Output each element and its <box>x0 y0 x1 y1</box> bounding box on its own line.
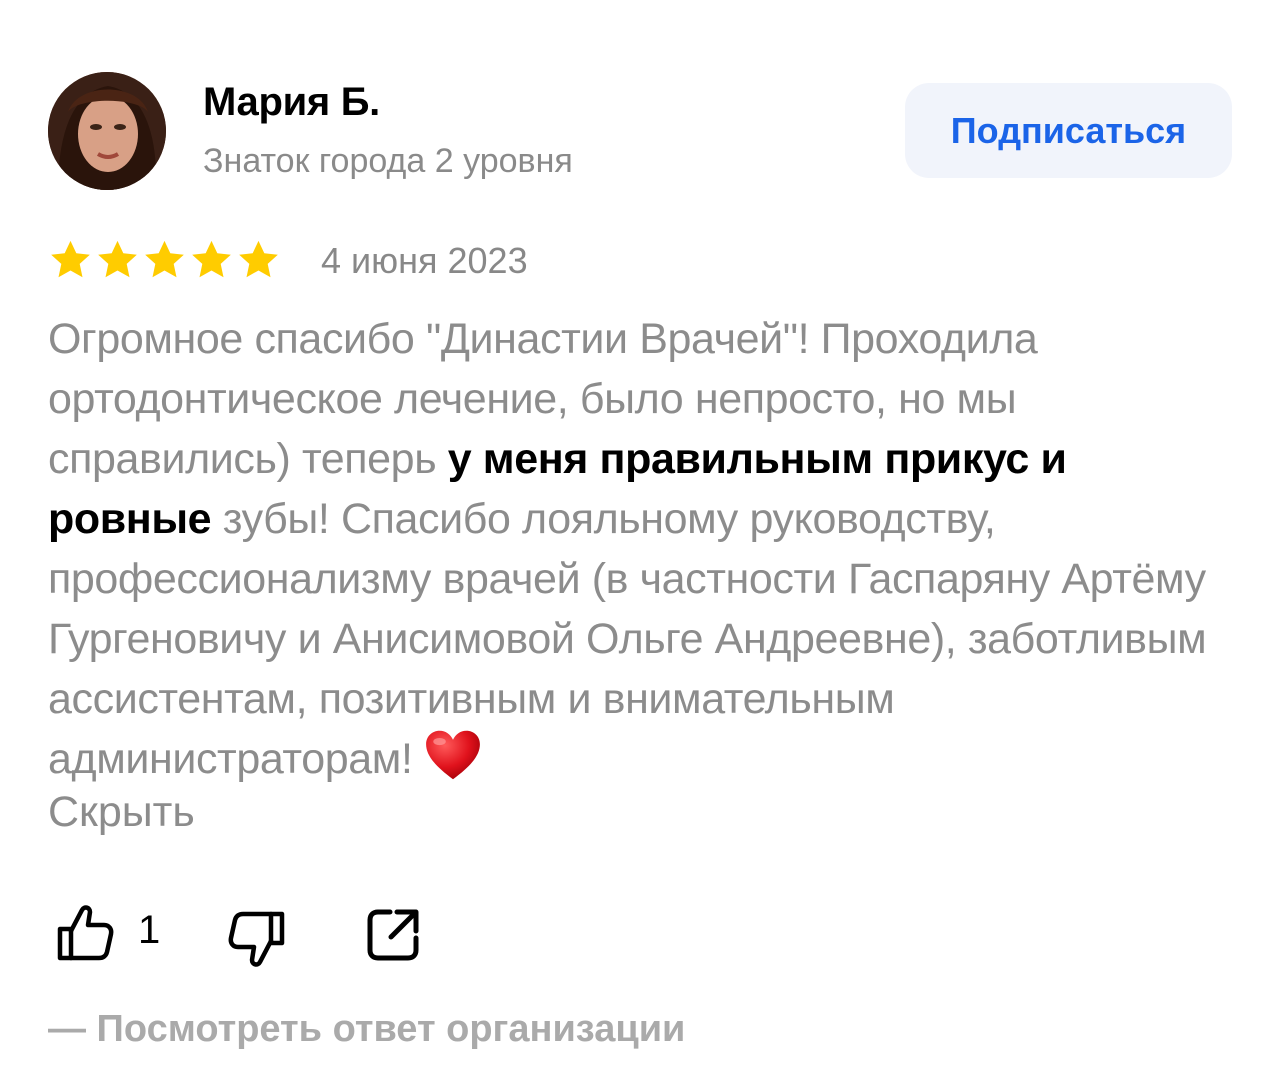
dislike-button[interactable] <box>226 908 288 975</box>
like-button[interactable] <box>54 902 116 969</box>
author-name[interactable]: Мария Б. <box>203 80 380 125</box>
org-reply-link[interactable]: — Посмотреть ответ организации <box>48 1008 685 1051</box>
subscribe-button[interactable]: Подписаться <box>905 83 1232 178</box>
heart-icon <box>426 730 480 780</box>
thumbs-up-icon <box>57 905 114 961</box>
review-text-part2: зубы! Спасибо лояльному руководству, про… <box>48 495 1207 783</box>
share-button[interactable] <box>364 906 422 969</box>
like-count: 1 <box>138 908 161 952</box>
hide-link[interactable]: Скрыть <box>48 788 195 837</box>
star-icon <box>98 240 137 278</box>
star-icon <box>192 240 231 278</box>
review-date: 4 июня 2023 <box>321 240 528 281</box>
star-icon <box>145 240 184 278</box>
review-text: Огромное спасибо "Династии Врачей"! Прох… <box>48 309 1238 789</box>
rating-stars <box>48 238 281 283</box>
author-level: Знаток города 2 уровня <box>203 142 573 180</box>
thumbs-down-icon <box>228 911 285 967</box>
star-icon <box>51 240 90 278</box>
share-icon <box>367 909 419 961</box>
star-icon <box>239 240 278 278</box>
avatar[interactable] <box>48 72 166 190</box>
avatar-photo <box>48 72 166 190</box>
